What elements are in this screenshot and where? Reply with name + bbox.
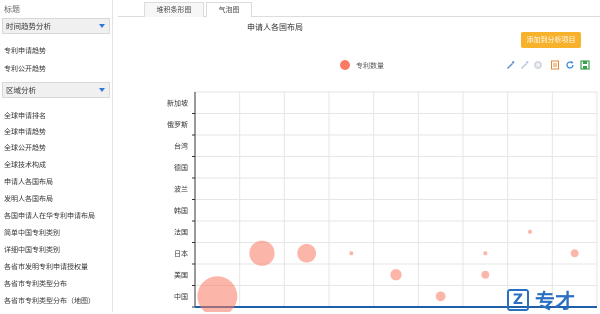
refresh-icon[interactable] (565, 60, 575, 70)
tab-bubble[interactable]: 气泡图 (206, 2, 252, 18)
chevron-down-icon (99, 24, 105, 28)
zhuancai-logo: Z 专才 (505, 287, 597, 313)
legend-marker (340, 60, 350, 70)
legend-label: 专利数量 (356, 62, 384, 70)
sidebar-item[interactable]: 全球技术构成 (4, 160, 46, 170)
group-label: 时间趋势分析 (6, 22, 51, 31)
sidebar-item[interactable]: 专利公开趋势 (4, 64, 46, 74)
sidebar-item[interactable]: 全球申请排名 (4, 111, 46, 121)
chevron-down-icon (99, 88, 105, 92)
sidebar-title: 标题 (4, 5, 20, 14)
sidebar-item[interactable]: 发明人各国布局 (4, 194, 53, 204)
chart-title: 申请人各国布局 (247, 23, 303, 32)
sidebar-item[interactable]: 申请人各国布局 (4, 177, 53, 187)
group-header-time-trend[interactable]: 时间趋势分析 (2, 18, 110, 34)
data-view-icon[interactable] (550, 60, 560, 70)
logo-mark: Z (507, 289, 529, 311)
logo-text: 专才 (535, 289, 575, 313)
save-icon[interactable] (580, 60, 590, 70)
brush-icon[interactable] (505, 60, 515, 70)
group-header-region[interactable]: 区域分析 (2, 82, 110, 98)
sidebar-item[interactable]: 简单中国专利类别 (4, 228, 60, 238)
zoom-icon[interactable] (533, 60, 543, 70)
sidebar: 标题 时间趋势分析 专利申请趋势 专利公开趋势 区域分析 全球申请排名 全球申请… (0, 0, 113, 312)
sidebar-item[interactable]: 各省市专利类型分布（地图） (4, 296, 95, 306)
sidebar-item[interactable]: 专利申请趋势 (4, 46, 46, 56)
sidebar-item[interactable]: 全球申请趋势 (4, 127, 46, 137)
sidebar-item[interactable]: 各国申请人在华专利申请布局 (4, 211, 95, 221)
chart-tabs: 堆积条形图 气泡图 (118, 0, 600, 18)
sidebar-item[interactable]: 全球公开趋势 (4, 143, 46, 153)
eraser-icon[interactable] (519, 60, 529, 70)
sidebar-item[interactable]: 各省市专利类型分布 (4, 279, 67, 289)
tab-stacked-bar[interactable]: 堆积条形图 (144, 2, 204, 17)
group-label: 区域分析 (6, 86, 36, 95)
sidebar-item[interactable]: 各省市发明专利申请授权量 (4, 262, 88, 272)
sidebar-item[interactable]: 详细中国专利类别 (4, 245, 60, 255)
add-to-analysis-button[interactable]: 添加到分析项目 (521, 32, 581, 48)
